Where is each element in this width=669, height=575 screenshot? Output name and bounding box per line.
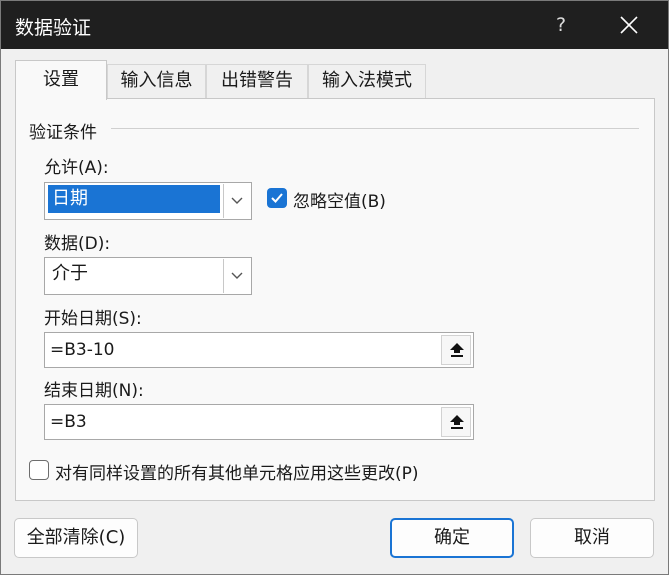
chevron-down-icon <box>231 272 243 279</box>
combo-divider <box>223 259 224 293</box>
data-select[interactable]: 介于 <box>44 257 252 295</box>
end-date-label: 结束日期(N): <box>44 381 144 401</box>
tab-settings[interactable]: 设置 <box>15 60 107 100</box>
allow-label: 允许(A): <box>44 158 109 178</box>
checkmark-icon <box>271 193 283 203</box>
clear-all-button[interactable]: 全部清除(C) <box>14 518 138 558</box>
apply-all-checkbox[interactable] <box>29 460 49 480</box>
tab-label: 输入信息 <box>120 70 193 91</box>
combo-divider <box>223 184 224 218</box>
end-date-field <box>44 404 474 440</box>
close-button[interactable] <box>607 7 651 43</box>
tab-input-message[interactable]: 输入信息 <box>107 64 206 98</box>
data-validation-dialog: 数据验证 ? 设置 输入信息 出错警告 输入法模式 验证条件 允许(A): 日期 <box>0 0 669 575</box>
tab-ime-mode[interactable]: 输入法模式 <box>308 64 426 98</box>
settings-panel <box>15 98 655 501</box>
dialog-title: 数据验证 <box>15 17 92 39</box>
cancel-label: 取消 <box>574 527 610 548</box>
tab-label: 设置 <box>43 69 79 90</box>
allow-value: 日期 <box>48 185 220 213</box>
tab-label: 出错警告 <box>221 70 293 91</box>
validation-criteria-heading: 验证条件 <box>29 123 97 143</box>
group-divider <box>111 128 639 129</box>
collapse-dialog-icon <box>450 343 464 357</box>
start-date-field <box>44 332 474 368</box>
chevron-down-icon <box>231 197 243 204</box>
ignore-blank-checkbox[interactable] <box>267 188 287 208</box>
apply-all-label: 对有同样设置的所有其他单元格应用这些更改(P) <box>55 464 419 484</box>
cancel-button[interactable]: 取消 <box>530 518 654 558</box>
help-button[interactable]: ? <box>542 7 580 43</box>
ignore-blank-label: 忽略空值(B) <box>293 192 386 212</box>
start-date-label: 开始日期(S): <box>44 309 142 329</box>
ok-label: 确定 <box>434 527 470 548</box>
close-icon <box>620 16 638 34</box>
end-date-input[interactable] <box>48 407 440 437</box>
help-icon: ? <box>555 14 567 36</box>
allow-select[interactable]: 日期 <box>44 182 252 220</box>
data-value: 介于 <box>52 263 88 284</box>
tab-error-alert[interactable]: 出错警告 <box>206 64 308 98</box>
start-date-collapse-button[interactable] <box>441 335 471 365</box>
tab-label: 输入法模式 <box>322 70 412 91</box>
start-date-input[interactable] <box>48 335 440 365</box>
end-date-collapse-button[interactable] <box>441 407 471 437</box>
ok-button[interactable]: 确定 <box>390 518 514 558</box>
title-bar: 数据验证 ? <box>1 1 668 49</box>
data-label: 数据(D): <box>44 234 111 254</box>
collapse-dialog-icon <box>450 415 464 429</box>
clear-all-label: 全部清除(C) <box>26 527 126 548</box>
